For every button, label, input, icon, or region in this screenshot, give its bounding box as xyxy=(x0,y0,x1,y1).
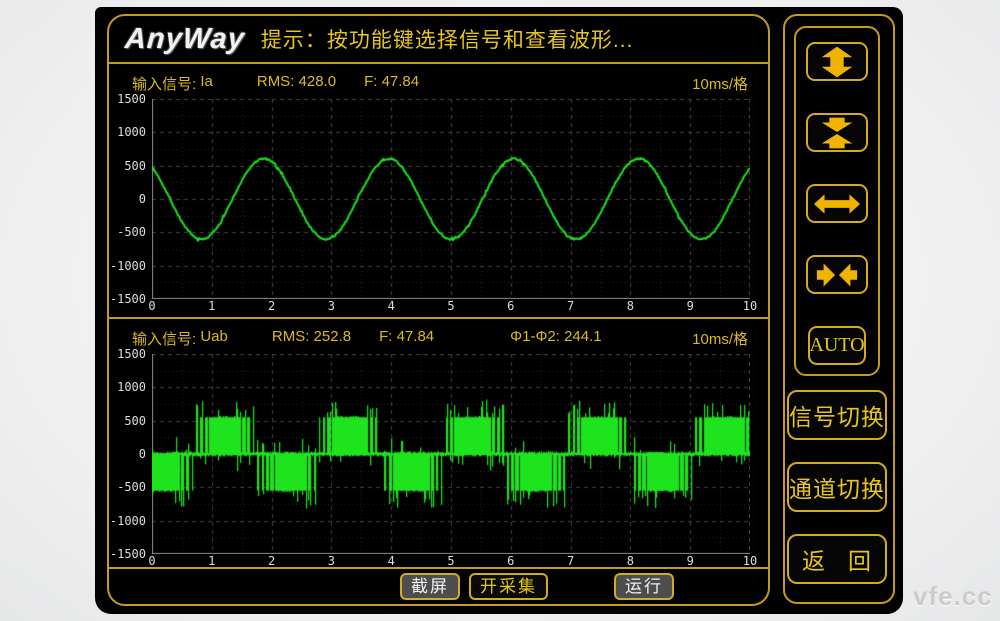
channel-1-panel: 输入信号: Ia RMS: 428.0 F: 47.84 10ms/格 1500… xyxy=(109,64,768,317)
channel-2-plot-area: 150010005000-500-1000-1500012345678910 xyxy=(109,354,768,568)
y-tick-label: 500 xyxy=(109,414,146,428)
timebase-value: 10ms/格 xyxy=(692,73,748,99)
y-tick-label: 1500 xyxy=(109,347,146,361)
channel-2-waveform xyxy=(152,354,750,554)
channel-1-plot-area: 150010005000-500-1000-1500012345678910 xyxy=(109,99,768,313)
x-tick-label: 7 xyxy=(556,300,586,313)
x-tick-label: 2 xyxy=(257,300,287,313)
x-tick-label: 10 xyxy=(735,300,765,313)
signal-switch-button[interactable]: 信号切换 xyxy=(787,390,887,440)
back-label-left: 返 xyxy=(802,542,826,576)
vertical-compress-icon xyxy=(814,117,860,149)
bottom-toolbar: 截屏 开采集 运行 xyxy=(109,567,768,604)
signal-name: Uab xyxy=(200,328,228,354)
start-acquisition-button[interactable]: 开采集 xyxy=(469,573,548,600)
y-tick-label: -1000 xyxy=(109,259,146,273)
title-bar: AnyWay 提示：按功能键选择信号和查看波形... xyxy=(109,16,768,64)
rms-value: 252.8 xyxy=(314,328,352,354)
phase-label: Φ1-Φ2: xyxy=(510,328,564,354)
vertical-expand-button[interactable] xyxy=(806,42,868,81)
x-tick-label: 3 xyxy=(316,300,346,313)
vertical-compress-button[interactable] xyxy=(806,113,868,152)
x-tick-label: 6 xyxy=(496,300,526,313)
screenshot-button[interactable]: 截屏 xyxy=(400,573,460,600)
auto-button[interactable]: AUTO xyxy=(808,326,866,365)
analyzer-screen: AnyWay 提示：按功能键选择信号和查看波形... 输入信号: Ia RMS:… xyxy=(95,7,903,614)
y-tick-label: -500 xyxy=(109,225,146,239)
page-background: AnyWay 提示：按功能键选择信号和查看波形... 输入信号: Ia RMS:… xyxy=(0,0,1000,621)
y-tick-label: 1000 xyxy=(109,380,146,394)
y-tick-label: 0 xyxy=(109,447,146,461)
x-tick-label: 8 xyxy=(615,300,645,313)
horizontal-compress-button[interactable] xyxy=(806,255,868,294)
side-control-panel: AUTO 信号切换 通道切换 返 回 xyxy=(783,14,895,604)
channel-1-header: 输入信号: Ia RMS: 428.0 F: 47.84 10ms/格 xyxy=(109,64,768,99)
freq-label: F: xyxy=(379,328,397,354)
y-tick-label: 1500 xyxy=(109,92,146,106)
horizontal-compress-icon xyxy=(814,259,860,291)
y-tick-label: -500 xyxy=(109,480,146,494)
phase-value: 244.1 xyxy=(564,328,602,354)
channel-2-header: 输入信号: Uab RMS: 252.8 F: 47.84 Φ1-Φ2: 244… xyxy=(109,319,768,354)
x-tick-label: 1 xyxy=(197,300,227,313)
freq-label: F: xyxy=(364,73,382,99)
y-tick-label: 1000 xyxy=(109,125,146,139)
channel-2-panel: 输入信号: Uab RMS: 252.8 F: 47.84 Φ1-Φ2: 244… xyxy=(109,317,768,567)
rms-label: RMS: xyxy=(257,73,299,99)
freq-value: 47.84 xyxy=(397,328,435,354)
main-display-frame: AnyWay 提示：按功能键选择信号和查看波形... 输入信号: Ia RMS:… xyxy=(107,14,770,606)
back-label-right: 回 xyxy=(848,542,872,576)
y-tick-label: 0 xyxy=(109,192,146,206)
anyway-logo: AnyWay xyxy=(124,23,246,56)
y-tick-label: 500 xyxy=(109,159,146,173)
vertical-expand-icon xyxy=(814,46,860,78)
horizontal-expand-icon xyxy=(814,188,860,220)
watermark: vfe.cc xyxy=(913,581,993,612)
x-tick-label: 4 xyxy=(376,300,406,313)
status-message: 提示：按功能键选择信号和查看波形... xyxy=(261,24,634,54)
rms-label: RMS: xyxy=(272,328,314,354)
y-tick-label: -1000 xyxy=(109,514,146,528)
back-button[interactable]: 返 回 xyxy=(787,534,887,584)
channel-1-waveform xyxy=(152,99,750,299)
x-tick-label: 0 xyxy=(137,300,167,313)
channel-switch-button[interactable]: 通道切换 xyxy=(787,462,887,512)
zoom-control-group: AUTO xyxy=(794,26,880,376)
timebase-value: 10ms/格 xyxy=(692,328,748,354)
x-tick-label: 5 xyxy=(436,300,466,313)
rms-value: 428.0 xyxy=(299,73,337,99)
run-button[interactable]: 运行 xyxy=(614,573,674,600)
horizontal-expand-button[interactable] xyxy=(806,184,868,223)
signal-name: Ia xyxy=(200,73,213,99)
freq-value: 47.84 xyxy=(382,73,420,99)
x-tick-label: 9 xyxy=(675,300,705,313)
